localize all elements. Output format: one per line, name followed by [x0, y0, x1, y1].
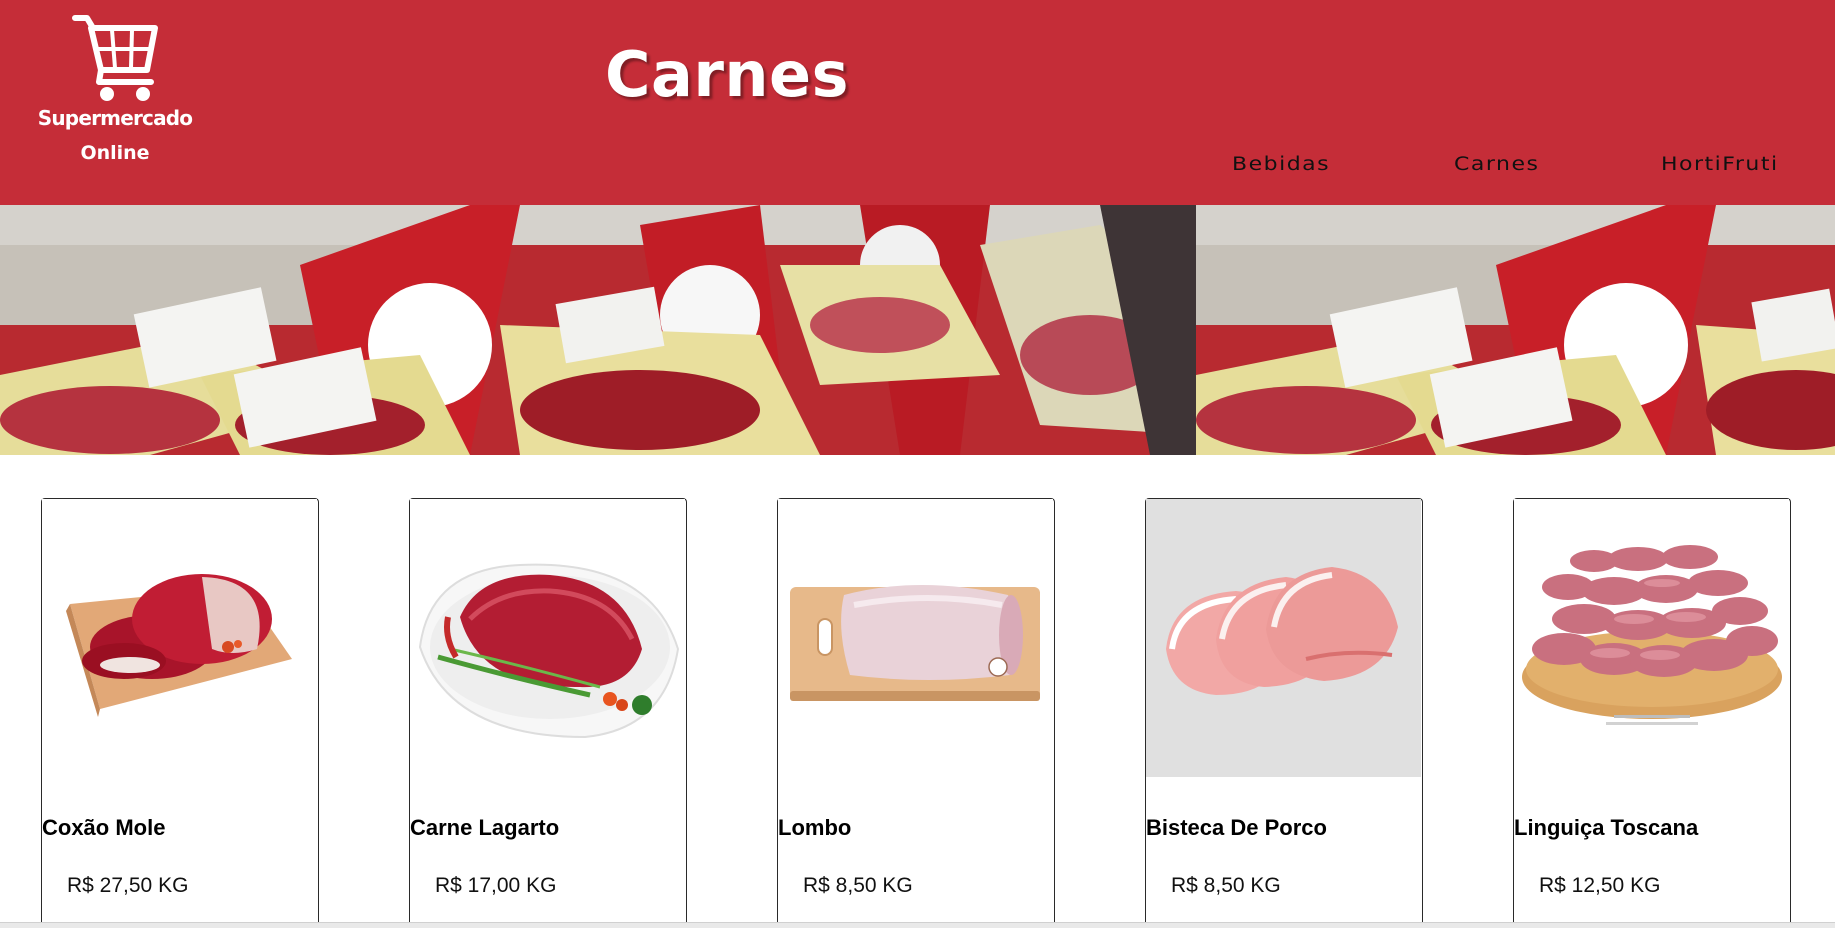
- shopping-cart-icon: [72, 15, 158, 101]
- meat-display-banner: [0, 205, 1835, 455]
- page-title: Carnes: [605, 38, 850, 111]
- product-name: Linguiça Toscana: [1514, 815, 1699, 840]
- nav-link-hortifruti[interactable]: HortiFruti: [1661, 154, 1779, 175]
- product-price: R$ 8,50 KG: [803, 874, 913, 897]
- product-image-carne-lagarto: [410, 499, 685, 777]
- product-price: R$ 8,50 KG: [1171, 874, 1281, 897]
- product-price: R$ 12,50 KG: [1539, 874, 1661, 897]
- product-name: Bisteca De Porco: [1146, 815, 1327, 840]
- banner-image: [0, 205, 1196, 455]
- product-card[interactable]: Linguiça Toscana R$ 12,50 KG: [1513, 498, 1791, 928]
- product-price: R$ 27,50 KG: [67, 874, 189, 897]
- product-image-lombo: [778, 499, 1053, 777]
- site-header: Supermercado Online Carnes Bebidas Carne…: [0, 0, 1835, 205]
- product-name: Lombo: [778, 815, 852, 840]
- nav-link-carnes[interactable]: Carnes: [1454, 154, 1539, 175]
- main-nav: Bebidas Carnes HortiFruti: [0, 152, 1835, 184]
- product-image-bisteca-de-porco: [1146, 499, 1421, 777]
- product-image-coxao-mole: [42, 499, 317, 777]
- product-card[interactable]: Carne Lagarto R$ 17,00 KG: [409, 498, 687, 928]
- brand-name: Supermercado: [37, 106, 193, 130]
- product-name: Carne Lagarto: [410, 815, 560, 840]
- window-bottom-edge: [0, 922, 1835, 928]
- nav-link-bebidas[interactable]: Bebidas: [1232, 154, 1330, 175]
- product-card[interactable]: Coxão Mole R$ 27,50 KG: [41, 498, 319, 928]
- banner-image-repeat: [1196, 205, 1835, 455]
- product-price: R$ 17,00 KG: [435, 874, 557, 897]
- product-card[interactable]: Lombo R$ 8,50 KG: [777, 498, 1055, 928]
- product-card[interactable]: Bisteca De Porco R$ 8,50 KG: [1145, 498, 1423, 928]
- product-image-linguica-toscana: [1514, 499, 1789, 777]
- product-name: Coxão Mole: [42, 815, 166, 840]
